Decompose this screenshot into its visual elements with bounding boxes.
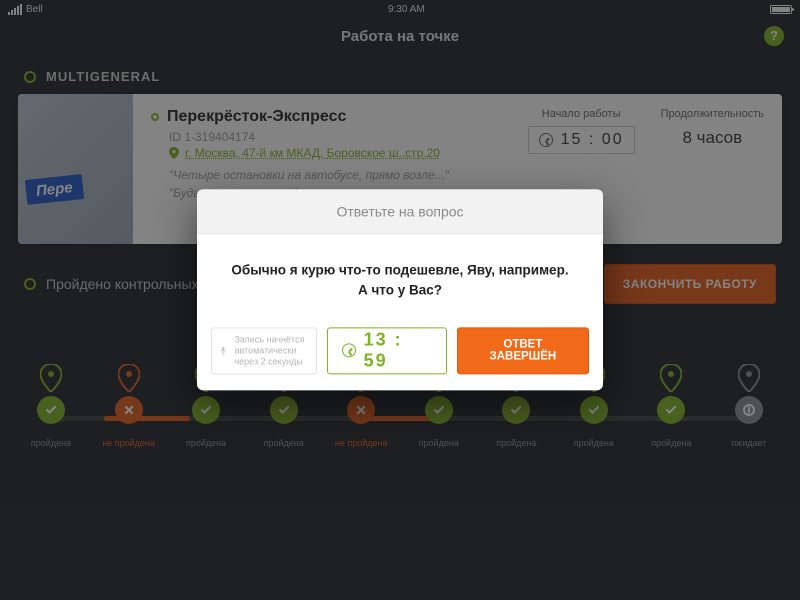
answer-timer: 13 : 59 [327,327,447,375]
recording-hint-text: Запись начнётся автоматически через 2 се… [234,334,307,368]
modal-title: Ответьте на вопрос [197,189,603,234]
mic-icon [220,338,226,364]
question-line1: Обычно я курю что-то подешевле, Яву, нап… [225,260,575,280]
answer-done-button[interactable]: ОТВЕТ ЗАВЕРШЁН [457,327,589,375]
recording-hint: Запись начнётся автоматически через 2 се… [211,327,317,375]
question-line2: А что у Вас? [225,281,575,301]
answer-timer-value: 13 : 59 [364,330,432,372]
clock-icon [342,344,356,358]
question-modal: Ответьте на вопрос Обычно я курю что-то … [197,189,603,390]
